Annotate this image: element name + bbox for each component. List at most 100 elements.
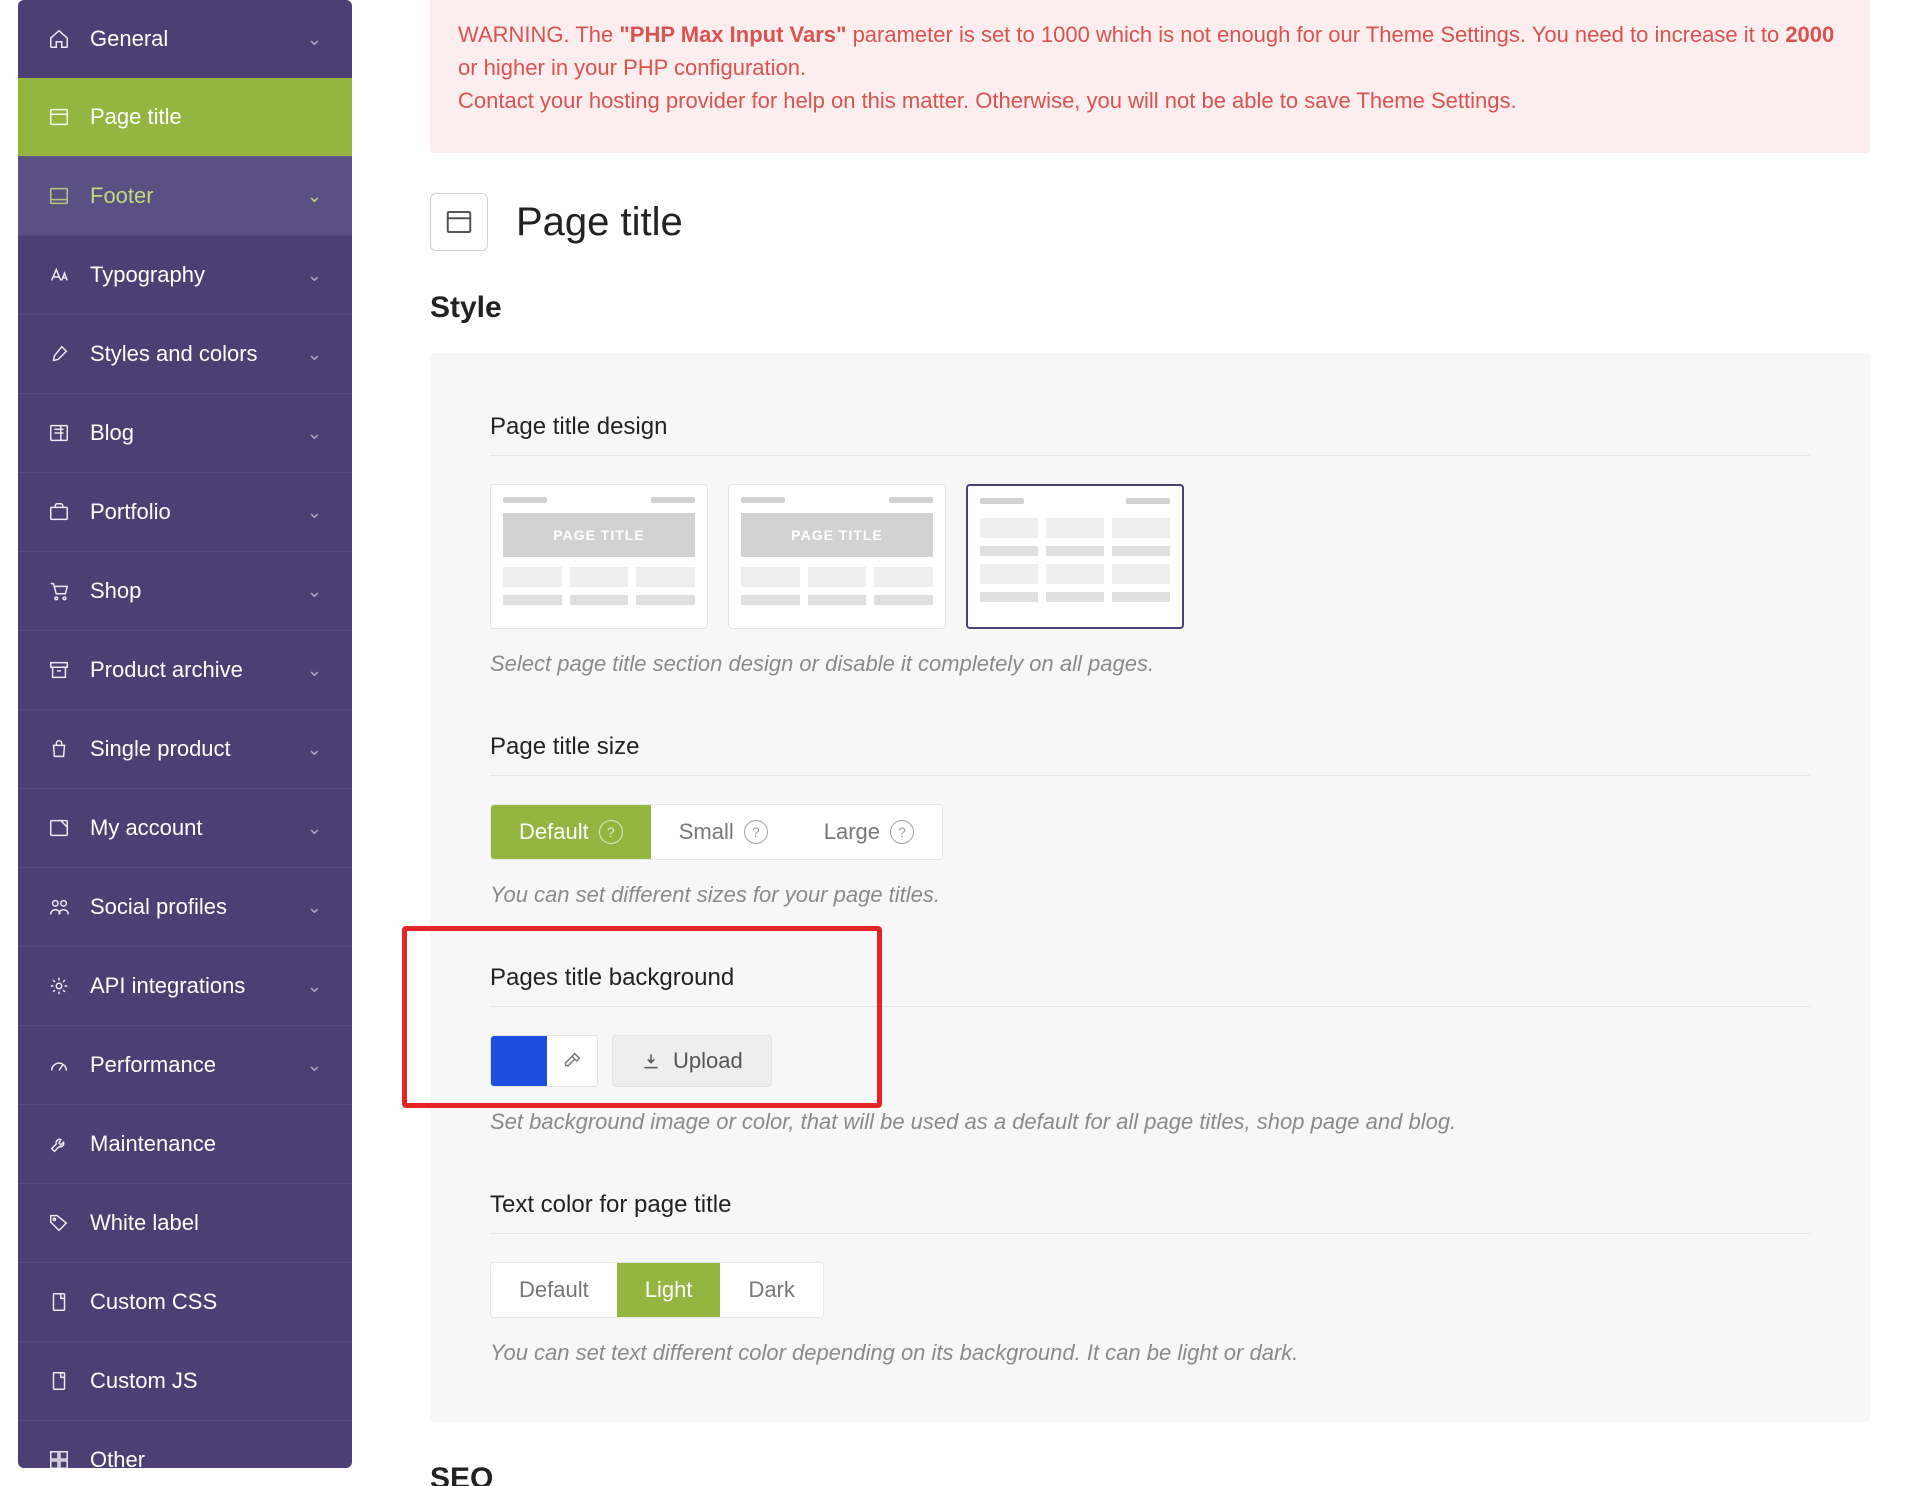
textcolor-dark[interactable]: Dark xyxy=(720,1263,822,1317)
chevron-down-icon: ⌄ xyxy=(307,818,322,839)
sidebar-item-performance[interactable]: Performance ⌄ xyxy=(18,1025,352,1104)
sidebar-item-styles[interactable]: Styles and colors ⌄ xyxy=(18,314,352,393)
chevron-down-icon: ⌄ xyxy=(307,186,322,207)
sidebar-item-portfolio[interactable]: Portfolio ⌄ xyxy=(18,472,352,551)
chevron-down-icon: ⌄ xyxy=(307,897,322,918)
sidebar-item-shop[interactable]: Shop ⌄ xyxy=(18,551,352,630)
sidebar-item-label: Styles and colors xyxy=(90,341,258,367)
sidebar-item-label: General xyxy=(90,26,168,52)
sidebar-item-js[interactable]: Custom JS xyxy=(18,1341,352,1420)
sidebar-item-label: Page title xyxy=(90,104,182,130)
sidebar-item-typography[interactable]: Typography ⌄ xyxy=(18,235,352,314)
field-desc: You can set different sizes for your pag… xyxy=(490,882,1810,908)
field-design: Page title design PAGE TITLE PAGE TITLE xyxy=(490,413,1810,677)
sidebar-item-label: Single product xyxy=(90,736,231,762)
sidebar-item-archive[interactable]: Product archive ⌄ xyxy=(18,630,352,709)
upload-button[interactable]: Upload xyxy=(612,1035,772,1087)
sidebar-item-footer[interactable]: Footer ⌄ xyxy=(18,156,352,235)
field-text-color: Text color for page title Default Light … xyxy=(490,1191,1810,1366)
size-small[interactable]: Small? xyxy=(651,805,796,859)
chevron-down-icon: ⌄ xyxy=(307,265,322,286)
sidebar-item-label: Maintenance xyxy=(90,1131,216,1157)
textcolor-default[interactable]: Default xyxy=(491,1263,617,1317)
design-option-default[interactable]: PAGE TITLE xyxy=(490,484,708,629)
chevron-down-icon: ⌄ xyxy=(307,423,322,444)
help-icon[interactable]: ? xyxy=(890,820,914,844)
portfolio-icon xyxy=(48,501,72,523)
js-icon xyxy=(48,1370,72,1392)
other-icon xyxy=(48,1449,72,1468)
field-desc: Select page title section design or disa… xyxy=(490,651,1810,677)
sidebar-item-label: API integrations xyxy=(90,973,245,999)
performance-icon xyxy=(48,1054,72,1076)
sidebar-item-label: Shop xyxy=(90,578,141,604)
sidebar-item-label: Footer xyxy=(90,183,154,209)
sidebar-item-label: Blog xyxy=(90,420,134,446)
sidebar-item-label: Portfolio xyxy=(90,499,171,525)
field-label: Page title size xyxy=(490,733,1810,776)
field-background: Pages title background Upload xyxy=(490,964,1810,1135)
help-icon[interactable]: ? xyxy=(599,820,623,844)
color-picker[interactable] xyxy=(490,1035,598,1087)
sidebar-item-label: Product archive xyxy=(90,657,243,683)
sidebar-item-label: My account xyxy=(90,815,203,841)
design-option-centered[interactable]: PAGE TITLE xyxy=(728,484,946,629)
typography-icon xyxy=(48,264,72,286)
sidebar-item-label: White label xyxy=(90,1210,199,1236)
field-desc: You can set text different color dependi… xyxy=(490,1340,1810,1366)
layout-icon xyxy=(48,106,72,128)
sidebar-item-product[interactable]: Single product ⌄ xyxy=(18,709,352,788)
eyedropper-icon[interactable] xyxy=(547,1036,597,1086)
size-large[interactable]: Large? xyxy=(796,805,942,859)
sidebar-item-other[interactable]: Other xyxy=(18,1420,352,1468)
archive-icon xyxy=(48,659,72,681)
design-option-disabled[interactable] xyxy=(966,484,1184,629)
sidebar-item-social[interactable]: Social profiles ⌄ xyxy=(18,867,352,946)
chevron-down-icon: ⌄ xyxy=(307,581,322,602)
sidebar-item-maintenance[interactable]: Maintenance xyxy=(18,1104,352,1183)
help-icon[interactable]: ? xyxy=(744,820,768,844)
sidebar-item-page-title[interactable]: Page title xyxy=(18,78,352,156)
sidebar-item-label: Custom JS xyxy=(90,1368,198,1394)
chevron-down-icon: ⌄ xyxy=(307,739,322,760)
maintenance-icon xyxy=(48,1133,72,1155)
sidebar-item-general[interactable]: General ⌄ xyxy=(18,0,352,78)
warning-alert: WARNING. The "PHP Max Input Vars" parame… xyxy=(430,0,1870,153)
layout-icon xyxy=(430,193,488,251)
style-panel: Page title design PAGE TITLE PAGE TITLE xyxy=(430,353,1870,1422)
blog-icon xyxy=(48,422,72,444)
textcolor-group: Default Light Dark xyxy=(490,1262,824,1318)
css-icon xyxy=(48,1291,72,1313)
footer-icon xyxy=(48,185,72,207)
chevron-down-icon: ⌄ xyxy=(307,976,322,997)
home-icon xyxy=(48,28,72,50)
section-style: Style xyxy=(430,291,1870,325)
product-icon xyxy=(48,738,72,760)
chevron-down-icon: ⌄ xyxy=(307,1055,322,1076)
size-default[interactable]: Default? xyxy=(491,805,651,859)
cart-icon xyxy=(48,580,72,602)
sidebar-item-blog[interactable]: Blog ⌄ xyxy=(18,393,352,472)
sidebar-item-css[interactable]: Custom CSS xyxy=(18,1262,352,1341)
sidebar-item-white-label[interactable]: White label xyxy=(18,1183,352,1262)
social-icon xyxy=(48,896,72,918)
main-content: WARNING. The "PHP Max Input Vars" parame… xyxy=(370,0,1930,1486)
color-swatch xyxy=(491,1036,547,1086)
chevron-down-icon: ⌄ xyxy=(307,502,322,523)
section-seo: SEO xyxy=(430,1462,1870,1486)
sidebar-item-label: Other xyxy=(90,1447,145,1468)
page-title: Page title xyxy=(516,200,683,245)
account-icon xyxy=(48,817,72,839)
brush-icon xyxy=(48,343,72,365)
sidebar-item-api[interactable]: API integrations ⌄ xyxy=(18,946,352,1025)
download-icon xyxy=(641,1051,661,1071)
sidebar-item-account[interactable]: My account ⌄ xyxy=(18,788,352,867)
sidebar: General ⌄ Page title Footer xyxy=(0,0,370,1486)
field-label: Text color for page title xyxy=(490,1191,1810,1234)
textcolor-light[interactable]: Light xyxy=(617,1263,721,1317)
sidebar-item-label: Social profiles xyxy=(90,894,227,920)
sidebar-item-label: Performance xyxy=(90,1052,216,1078)
chevron-down-icon: ⌄ xyxy=(307,344,322,365)
field-desc: Set background image or color, that will… xyxy=(490,1109,1810,1135)
chevron-down-icon: ⌄ xyxy=(307,29,322,50)
